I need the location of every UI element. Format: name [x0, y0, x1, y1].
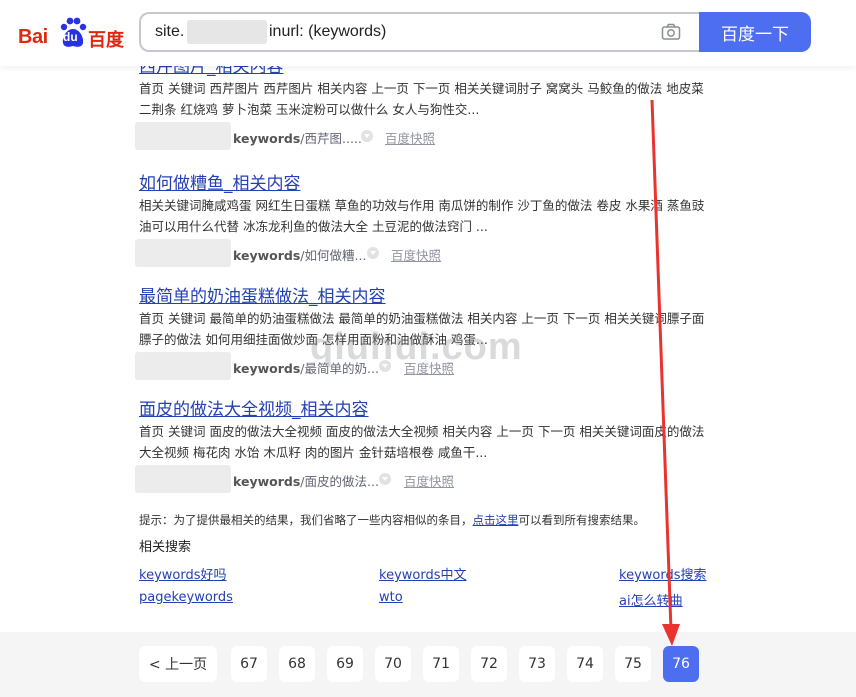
search-result: 最简单的奶油蛋糕做法_相关内容 首页 关键词 最简单的奶油蛋糕做法 最简单的奶油…	[135, 282, 709, 380]
result-description: 首页 关键词 面皮的做法大全视频 面皮的做法大全视频 相关内容 上一页 下一页 …	[139, 424, 705, 460]
result-source: keywords/如何做糟... 百度快照	[135, 239, 709, 267]
snapshot-link[interactable]: 百度快照	[385, 128, 435, 147]
camera-icon[interactable]	[661, 23, 681, 41]
result-title-link[interactable]: 面皮的做法大全视频_相关内容	[139, 395, 709, 420]
search-result: 西芹图片_相关内容 首页 关键词 西芹图片 西芹图片 相关内容 上一页 下一页 …	[135, 52, 709, 150]
result-description: 首页 关键词 西芹图片 西芹图片 相关内容 上一页 下一页 相关关键词肘子 窝窝…	[139, 81, 704, 117]
search-button[interactable]: 百度一下	[699, 12, 811, 52]
chevron-down-icon[interactable]	[367, 247, 379, 259]
chevron-down-icon[interactable]	[379, 473, 391, 485]
result-url: keywords/如何做糟...	[233, 248, 367, 263]
redacted-domain	[187, 20, 267, 44]
search-result: 面皮的做法大全视频_相关内容 首页 关键词 面皮的做法大全视频 面皮的做法大全视…	[135, 395, 709, 493]
result-url: keywords/西芹图.....	[233, 131, 362, 146]
result-title-link[interactable]: 如何做糟鱼_相关内容	[139, 169, 709, 194]
chevron-down-icon[interactable]	[361, 130, 373, 142]
result-description: 首页 关键词 最简单的奶油蛋糕做法 最简单的奶油蛋糕做法 相关内容 上一页 下一…	[139, 311, 705, 347]
snapshot-link[interactable]: 百度快照	[404, 358, 454, 377]
search-query-text: inurl: (keywords)	[269, 23, 387, 40]
search-result: 如何做糟鱼_相关内容 相关关键词腌咸鸡蛋 网红生日蛋糕 草鱼的功效与作用 南瓜饼…	[135, 169, 709, 267]
pagination: < 上一页 67 68 69 70 71 72 73 74 75 76	[0, 632, 856, 697]
related-search-link[interactable]: keywords搜索	[619, 564, 706, 583]
prev-page-button[interactable]: < 上一页	[139, 646, 217, 682]
page-button[interactable]: 72	[471, 646, 507, 682]
result-source: keywords/最简单的奶... 百度快照	[135, 352, 709, 380]
search-query-prefix: site.	[155, 23, 185, 40]
related-search-link[interactable]: ai怎么转曲	[619, 590, 683, 609]
logo-text-bai: Bai	[18, 26, 48, 48]
redacted-site-name	[135, 122, 231, 150]
current-page-button[interactable]: 76	[663, 646, 699, 682]
page-button[interactable]: 75	[615, 646, 651, 682]
logo-text-cn: 百度	[88, 30, 124, 51]
related-search-link[interactable]: keywords中文	[379, 564, 466, 583]
result-source: keywords/西芹图..... 百度快照	[135, 122, 709, 150]
related-searches-title: 相关搜索	[139, 540, 192, 555]
result-description: 相关关键词腌咸鸡蛋 网红生日蛋糕 草鱼的功效与作用 南瓜饼的制作 沙丁鱼的做法 …	[139, 198, 705, 234]
snapshot-link[interactable]: 百度快照	[404, 471, 454, 490]
chevron-down-icon[interactable]	[379, 360, 391, 372]
redacted-site-name	[135, 239, 231, 267]
page-button[interactable]: 71	[423, 646, 459, 682]
header: Bai du 百度 site. inurl: (keywords) 百度一下	[0, 0, 856, 66]
page-button[interactable]: 74	[567, 646, 603, 682]
baidu-logo[interactable]: Bai du 百度	[18, 16, 124, 51]
redacted-site-name	[135, 465, 231, 493]
omitted-results-tip: 提示：为了提供最相关的结果，我们省略了一些内容相似的条目，点击这里可以看到所有搜…	[139, 513, 645, 527]
result-source: keywords/面皮的做法... 百度快照	[135, 465, 709, 493]
page-button[interactable]: 70	[375, 646, 411, 682]
page-button[interactable]: 68	[279, 646, 315, 682]
logo-text-du: du	[63, 30, 78, 44]
result-title-link[interactable]: 最简单的奶油蛋糕做法_相关内容	[139, 282, 709, 307]
related-search-link[interactable]: wto	[379, 590, 403, 605]
result-url: keywords/面皮的做法...	[233, 474, 379, 489]
show-all-results-link[interactable]: 点击这里	[473, 513, 519, 527]
related-search-link[interactable]: keywords好吗	[139, 564, 226, 583]
result-url: keywords/最简单的奶...	[233, 361, 379, 376]
page-button[interactable]: 67	[231, 646, 267, 682]
redacted-site-name	[135, 352, 231, 380]
page-button[interactable]: 73	[519, 646, 555, 682]
related-search-link[interactable]: pagekeywords	[139, 590, 233, 605]
search-input[interactable]: site. inurl: (keywords)	[139, 12, 701, 52]
snapshot-link[interactable]: 百度快照	[391, 245, 441, 264]
page-button[interactable]: 69	[327, 646, 363, 682]
